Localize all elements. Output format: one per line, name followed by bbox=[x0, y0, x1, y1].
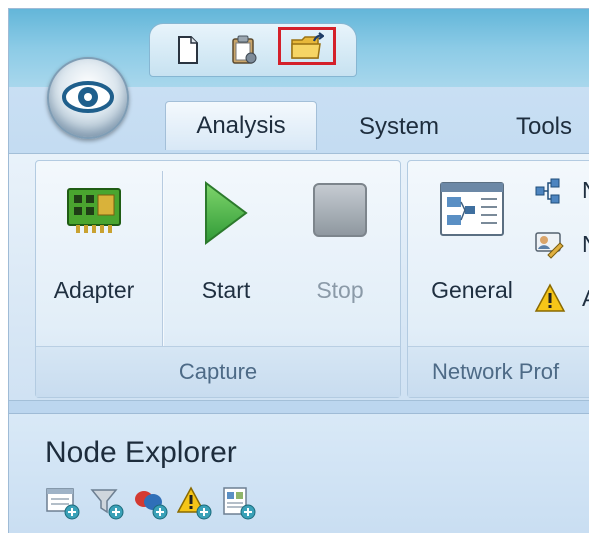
node-explorer-panel: Node Explorer bbox=[9, 413, 589, 533]
add-report-icon bbox=[223, 487, 256, 520]
start-label: Start bbox=[201, 277, 251, 303]
play-icon bbox=[205, 181, 248, 245]
small-item-label: A bbox=[582, 285, 589, 312]
tab-label: Analysis bbox=[196, 112, 286, 139]
general-button[interactable]: General bbox=[414, 173, 530, 333]
network-small-item-3[interactable]: A bbox=[534, 283, 589, 317]
stop-button[interactable]: Stop bbox=[292, 173, 388, 333]
add-report-button[interactable] bbox=[221, 486, 259, 522]
clipboard-button[interactable] bbox=[226, 34, 262, 66]
add-alert-button[interactable] bbox=[176, 486, 215, 522]
add-filter-button[interactable] bbox=[89, 486, 127, 522]
application-window: Analysis System Tools Adapter Start Stop… bbox=[8, 8, 589, 533]
new-document-icon bbox=[178, 36, 198, 64]
tab-analysis[interactable]: Analysis bbox=[165, 101, 317, 150]
capture-group: Adapter Start Stop Capture bbox=[35, 160, 401, 398]
add-group-icon bbox=[135, 491, 168, 520]
add-window-button[interactable] bbox=[45, 486, 83, 522]
user-card-icon bbox=[535, 232, 564, 259]
adapter-button[interactable]: Adapter bbox=[42, 173, 146, 333]
network-adapter-icon bbox=[67, 188, 121, 233]
stop-icon bbox=[313, 183, 367, 237]
add-window-icon bbox=[46, 488, 80, 520]
tab-label: System bbox=[358, 113, 439, 140]
small-item-label: N bbox=[582, 177, 589, 204]
ribbon-tabs: Analysis System Tools bbox=[9, 87, 589, 153]
general-label: General bbox=[431, 277, 513, 303]
tab-system[interactable]: System bbox=[339, 105, 459, 149]
group-separator bbox=[162, 171, 163, 347]
node-explorer-title: Node Explorer bbox=[45, 436, 237, 469]
tab-tools[interactable]: Tools bbox=[499, 105, 589, 149]
capture-group-label: Capture bbox=[36, 346, 400, 397]
network-group-label: Network Prof bbox=[408, 346, 589, 397]
clipboard-icon bbox=[232, 35, 257, 64]
tab-label: Tools bbox=[515, 113, 573, 140]
open-folder-button[interactable] bbox=[278, 27, 336, 65]
network-small-item-1[interactable]: N bbox=[534, 177, 589, 211]
network-nodes-icon bbox=[535, 178, 560, 204]
warning-icon bbox=[534, 283, 566, 312]
open-folder-icon bbox=[291, 32, 324, 59]
start-button[interactable]: Start bbox=[178, 173, 274, 333]
small-item-label: N bbox=[582, 231, 589, 258]
stop-label: Stop bbox=[316, 277, 364, 303]
add-filter-icon bbox=[90, 489, 124, 520]
quick-access-toolbar bbox=[149, 23, 357, 77]
network-profile-group: General N N bbox=[407, 160, 589, 398]
ribbon-panel: Adapter Start Stop Capture General Netwo… bbox=[9, 153, 589, 401]
adapter-label: Adapter bbox=[53, 277, 135, 303]
add-group-button[interactable] bbox=[133, 486, 171, 522]
network-profile-icon bbox=[440, 182, 504, 236]
new-document-button[interactable] bbox=[170, 34, 206, 66]
add-alert-icon bbox=[176, 486, 212, 520]
network-small-item-2[interactable]: N bbox=[534, 229, 589, 263]
